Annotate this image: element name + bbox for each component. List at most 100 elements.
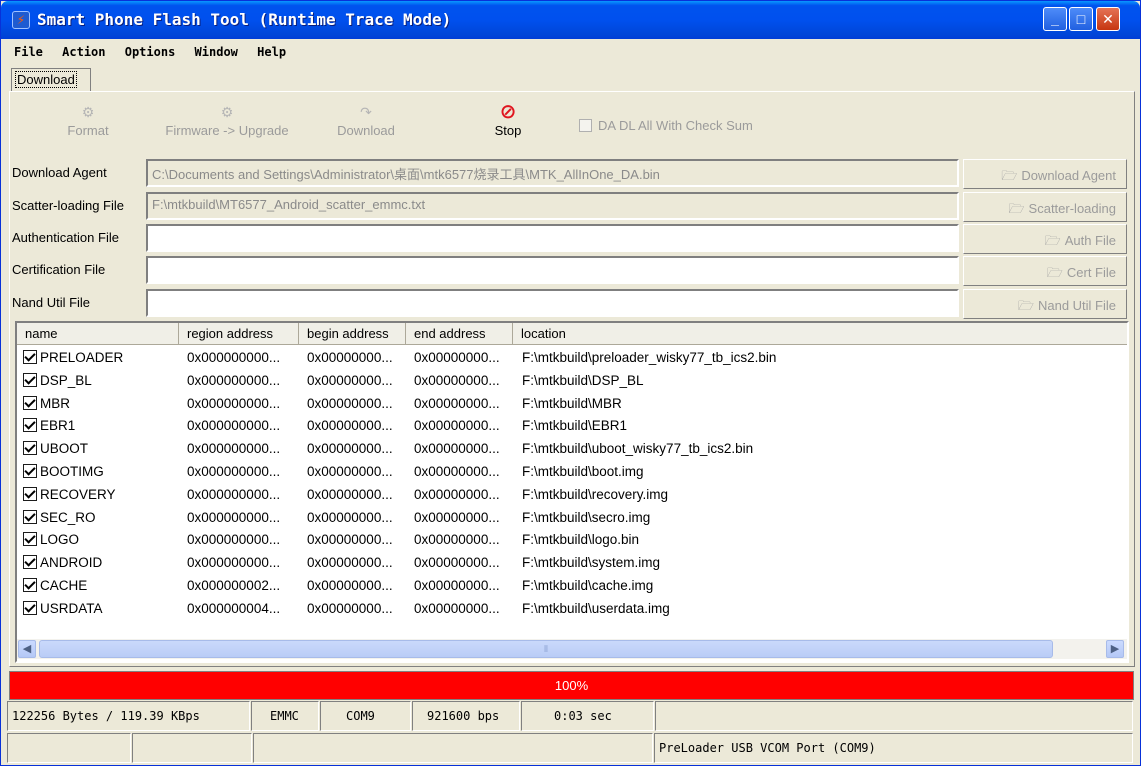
table-row[interactable]: ANDROID 0x000000000... 0x00000000... 0x0000… [17,552,1127,575]
menu-help[interactable]: Help [252,42,291,59]
column-header-end-address[interactable]: end address [406,323,513,345]
partition-region-cell: 0x000000000... [187,555,281,571]
status-bar-bottom: PreLoader USB VCOM Port (COM9) [7,733,1133,763]
partition-checkbox[interactable] [23,350,37,364]
partition-name: PRELOADER [40,350,124,365]
partition-begin-cell: 0x00000000... [307,372,393,388]
partition-location-cell: F:\mtkbuild\uboot_wisky77_tb_ics2.bin [522,441,754,457]
partition-location-cell: F:\mtkbuild\userdata.img [522,600,670,616]
partition-checkbox[interactable] [23,418,37,433]
certification-file-field[interactable] [146,256,959,284]
partition-location-cell: F:\mtkbuild\DSP_BL [522,372,644,388]
list-header: name region address begin address end ad… [17,323,1127,345]
maximize-button[interactable]: □ [1069,7,1093,31]
scatter-loading-field[interactable]: F:\mtkbuild\MT6577_Android_scatter_emmc.… [146,192,959,220]
scatter-loading-button[interactable]: 🗁 Scatter-loading [963,192,1127,222]
download-button[interactable]: ↷ Download [329,101,403,138]
partition-location-cell: F:\mtkbuild\MBR [522,395,622,411]
partition-name-cell: LOGO [23,532,79,547]
column-header-begin-address[interactable]: begin address [299,323,406,345]
status-transfer-rate: 122256 Bytes / 119.39 KBps [7,701,250,731]
menu-file[interactable]: File [9,42,48,59]
file-row-authentication: Authentication File 🗁 Auth File [12,223,1128,254]
table-row[interactable]: MBR 0x000000000... 0x00000000... 0x00000000… [17,393,1127,416]
close-icon: ✕ [1102,11,1114,27]
partition-end-cell: 0x00000000... [414,509,500,525]
checksum-box [579,119,592,132]
scatter-loading-button-label: Scatter-loading [1028,201,1116,216]
table-row[interactable]: DSP_BL 0x000000000... 0x00000000... 0x00000… [17,370,1127,393]
scrollbar-thumb[interactable]: ⦀ [39,640,1053,658]
stop-label: Stop [494,123,522,138]
partition-name-cell: EBR1 [23,418,75,433]
partition-name-cell: MBR [23,395,70,411]
table-row[interactable]: LOGO 0x000000000... 0x00000000... 0x0000000… [17,529,1127,552]
table-row[interactable]: UBOOT 0x000000000... 0x00000000... 0x000000… [17,438,1127,461]
partition-checkbox[interactable] [23,555,37,570]
tab-download-label: Download [15,71,77,88]
partition-end-cell: 0x00000000... [414,372,500,388]
partition-end-cell: 0x00000000... [414,441,500,457]
table-row[interactable]: PRELOADER 0x000000000... 0x00000000... 0x00… [17,347,1127,370]
status-cell-3 [253,733,653,763]
partition-name: LOGO [40,532,80,548]
cert-file-button[interactable]: 🗁 Cert File [963,256,1127,286]
partition-checkbox[interactable] [23,532,37,547]
partition-name-cell: PRELOADER [23,350,123,365]
flash-tool-app-icon[interactable]: ⚡ [12,11,30,29]
partition-begin-cell: 0x00000000... [307,350,393,365]
auth-file-button[interactable]: 🗁 Auth File [963,224,1127,254]
maximize-icon: □ [1076,11,1086,27]
download-label: Download [337,123,395,138]
partition-region-cell: 0x000000002... [187,578,281,593]
table-row[interactable]: BOOTIMG 0x000000000... 0x00000000... 0x0000… [17,461,1127,484]
partition-checkbox[interactable] [23,486,37,501]
table-row[interactable]: CACHE 0x000000002... 0x00000000... 0x000000… [17,575,1127,598]
partition-location-cell: F:\mtkbuild\boot.img [522,464,644,479]
status-com-port: COM9 [320,701,411,731]
partition-list[interactable]: name region address begin address end ad… [15,321,1129,663]
download-agent-button[interactable]: 🗁 Download Agent [963,159,1127,189]
tab-download[interactable]: Download [11,68,91,92]
partition-checkbox[interactable] [23,600,37,615]
stop-button[interactable]: ⊘ Stop [483,101,533,138]
partition-checkbox[interactable] [23,578,37,592]
firmware-upgrade-button[interactable]: ⚙ Firmware -> Upgrade [157,101,297,138]
partition-checkbox[interactable] [23,464,37,478]
partition-checkbox[interactable] [23,441,37,456]
table-row[interactable]: USRDATA 0x000000004... 0x00000000... 0x0000… [17,598,1127,621]
file-row-nand-util: Nand Util File 🗁 Nand Util File [12,288,1128,319]
minimize-button[interactable]: _ [1043,7,1067,31]
scroll-left-button[interactable]: ◀ [18,640,36,658]
table-row[interactable]: RECOVERY 0x000000000... 0x00000000... 0x000… [17,484,1127,507]
column-header-region-address[interactable]: region address [179,323,299,345]
status-cell-2 [132,733,252,763]
menu-window[interactable]: Window [190,42,243,59]
checksum-checkbox[interactable]: DA DL All With Check Sum [579,118,753,133]
menu-options[interactable]: Options [120,42,181,59]
format-button[interactable]: ⚙ Format [53,101,123,138]
menu-action[interactable]: Action [57,42,110,59]
table-row[interactable]: SEC_RO 0x000000000... 0x00000000... 0x00000… [17,507,1127,530]
authentication-file-label: Authentication File [12,230,119,245]
folder-icon: 🗁 [1001,168,1018,183]
partition-checkbox[interactable] [23,372,37,387]
nand-util-file-button[interactable]: 🗁 Nand Util File [963,289,1127,319]
scroll-right-button[interactable]: ▶ [1106,640,1124,658]
download-agent-field[interactable]: C:\Documents and Settings\Administrator\… [146,159,959,187]
authentication-file-field[interactable] [146,224,959,252]
partition-location-cell: F:\mtkbuild\preloader_wisky77_tb_ics2.bi… [522,350,777,365]
partition-begin-cell: 0x00000000... [307,486,393,502]
menu-options-label: Options [124,45,176,59]
partition-checkbox[interactable] [23,509,37,524]
grip-icon: ⦀ [544,644,548,654]
table-row[interactable]: EBR1 0x000000000... 0x00000000... 0x0000000… [17,415,1127,438]
column-header-location[interactable]: location [513,323,1127,345]
horizontal-scrollbar[interactable]: ◀ ⦀ ▶ [17,639,1127,659]
partition-checkbox[interactable] [23,395,37,410]
column-header-name[interactable]: name [17,323,179,345]
nand-util-file-field[interactable] [146,289,959,317]
title-bar[interactable]: ⚡ Smart Phone Flash Tool (Runtime Trace … [1,1,1140,39]
close-button[interactable]: ✕ [1096,7,1120,31]
format-icon: ⚙ [81,104,95,120]
